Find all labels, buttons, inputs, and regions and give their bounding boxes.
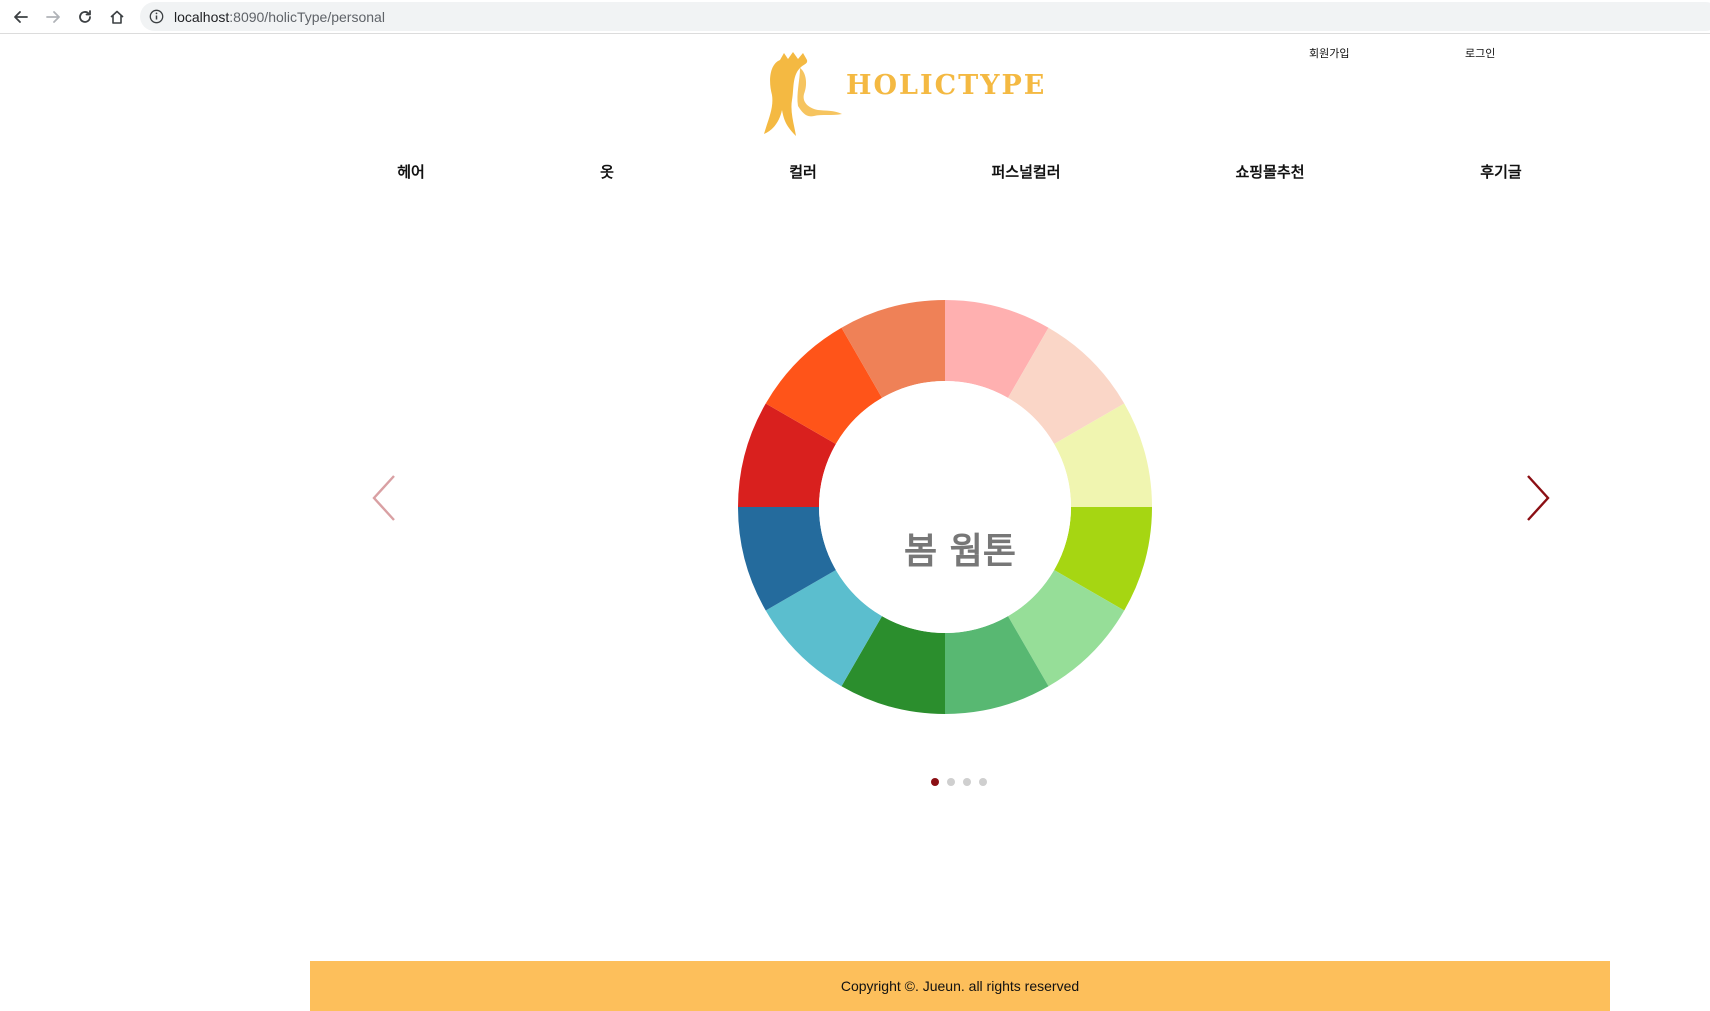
footer: Copyright ©. Jueun. all rights reserved: [310, 961, 1610, 1011]
menu-item-shopping-mall[interactable]: 쇼핑몰추천: [1235, 161, 1304, 182]
login-link[interactable]: 로그인: [1465, 45, 1495, 61]
url-path: :8090/holicType/personal: [229, 9, 385, 25]
menu-item-hair[interactable]: 헤어: [397, 161, 425, 182]
carousel-dot-3[interactable]: [963, 778, 971, 786]
signup-link[interactable]: 회원가입: [1309, 45, 1349, 61]
carousel-prev-arrow-icon[interactable]: [370, 474, 400, 522]
address-bar[interactable]: localhost:8090/holicType/personal: [140, 2, 1710, 31]
color-wheel: [738, 300, 1152, 714]
info-icon[interactable]: [149, 9, 164, 28]
logo-text: HOLICTYPE: [846, 70, 1047, 101]
menu-item-reviews[interactable]: 후기글: [1480, 161, 1521, 182]
logo-girl-icon: [764, 52, 842, 136]
url-text: localhost:8090/holicType/personal: [174, 9, 385, 25]
menu-item-color[interactable]: 컬러: [789, 161, 817, 182]
home-icon[interactable]: [104, 4, 130, 30]
carousel-dots: [931, 778, 987, 786]
logo[interactable]: HOLICTYPE: [760, 50, 1044, 140]
url-host: localhost: [174, 9, 230, 25]
forward-icon[interactable]: [40, 4, 66, 30]
menu-item-clothes[interactable]: 옷: [600, 161, 614, 182]
browser-toolbar: localhost:8090/holicType/personal: [0, 0, 1710, 34]
carousel-dot-1[interactable]: [931, 778, 939, 786]
slide-title: 봄 웜톤: [904, 531, 1016, 572]
color-wheel-center: [819, 381, 1071, 633]
reload-icon[interactable]: [72, 4, 98, 30]
menu-item-personal-color[interactable]: 퍼스널컬러: [991, 161, 1060, 182]
footer-copyright: Copyright ©. Jueun. all rights reserved: [840, 978, 1080, 994]
carousel-next-arrow-icon[interactable]: [1522, 474, 1552, 522]
carousel-dot-4[interactable]: [979, 778, 987, 786]
back-icon[interactable]: [8, 4, 34, 30]
carousel-dot-2[interactable]: [947, 778, 955, 786]
